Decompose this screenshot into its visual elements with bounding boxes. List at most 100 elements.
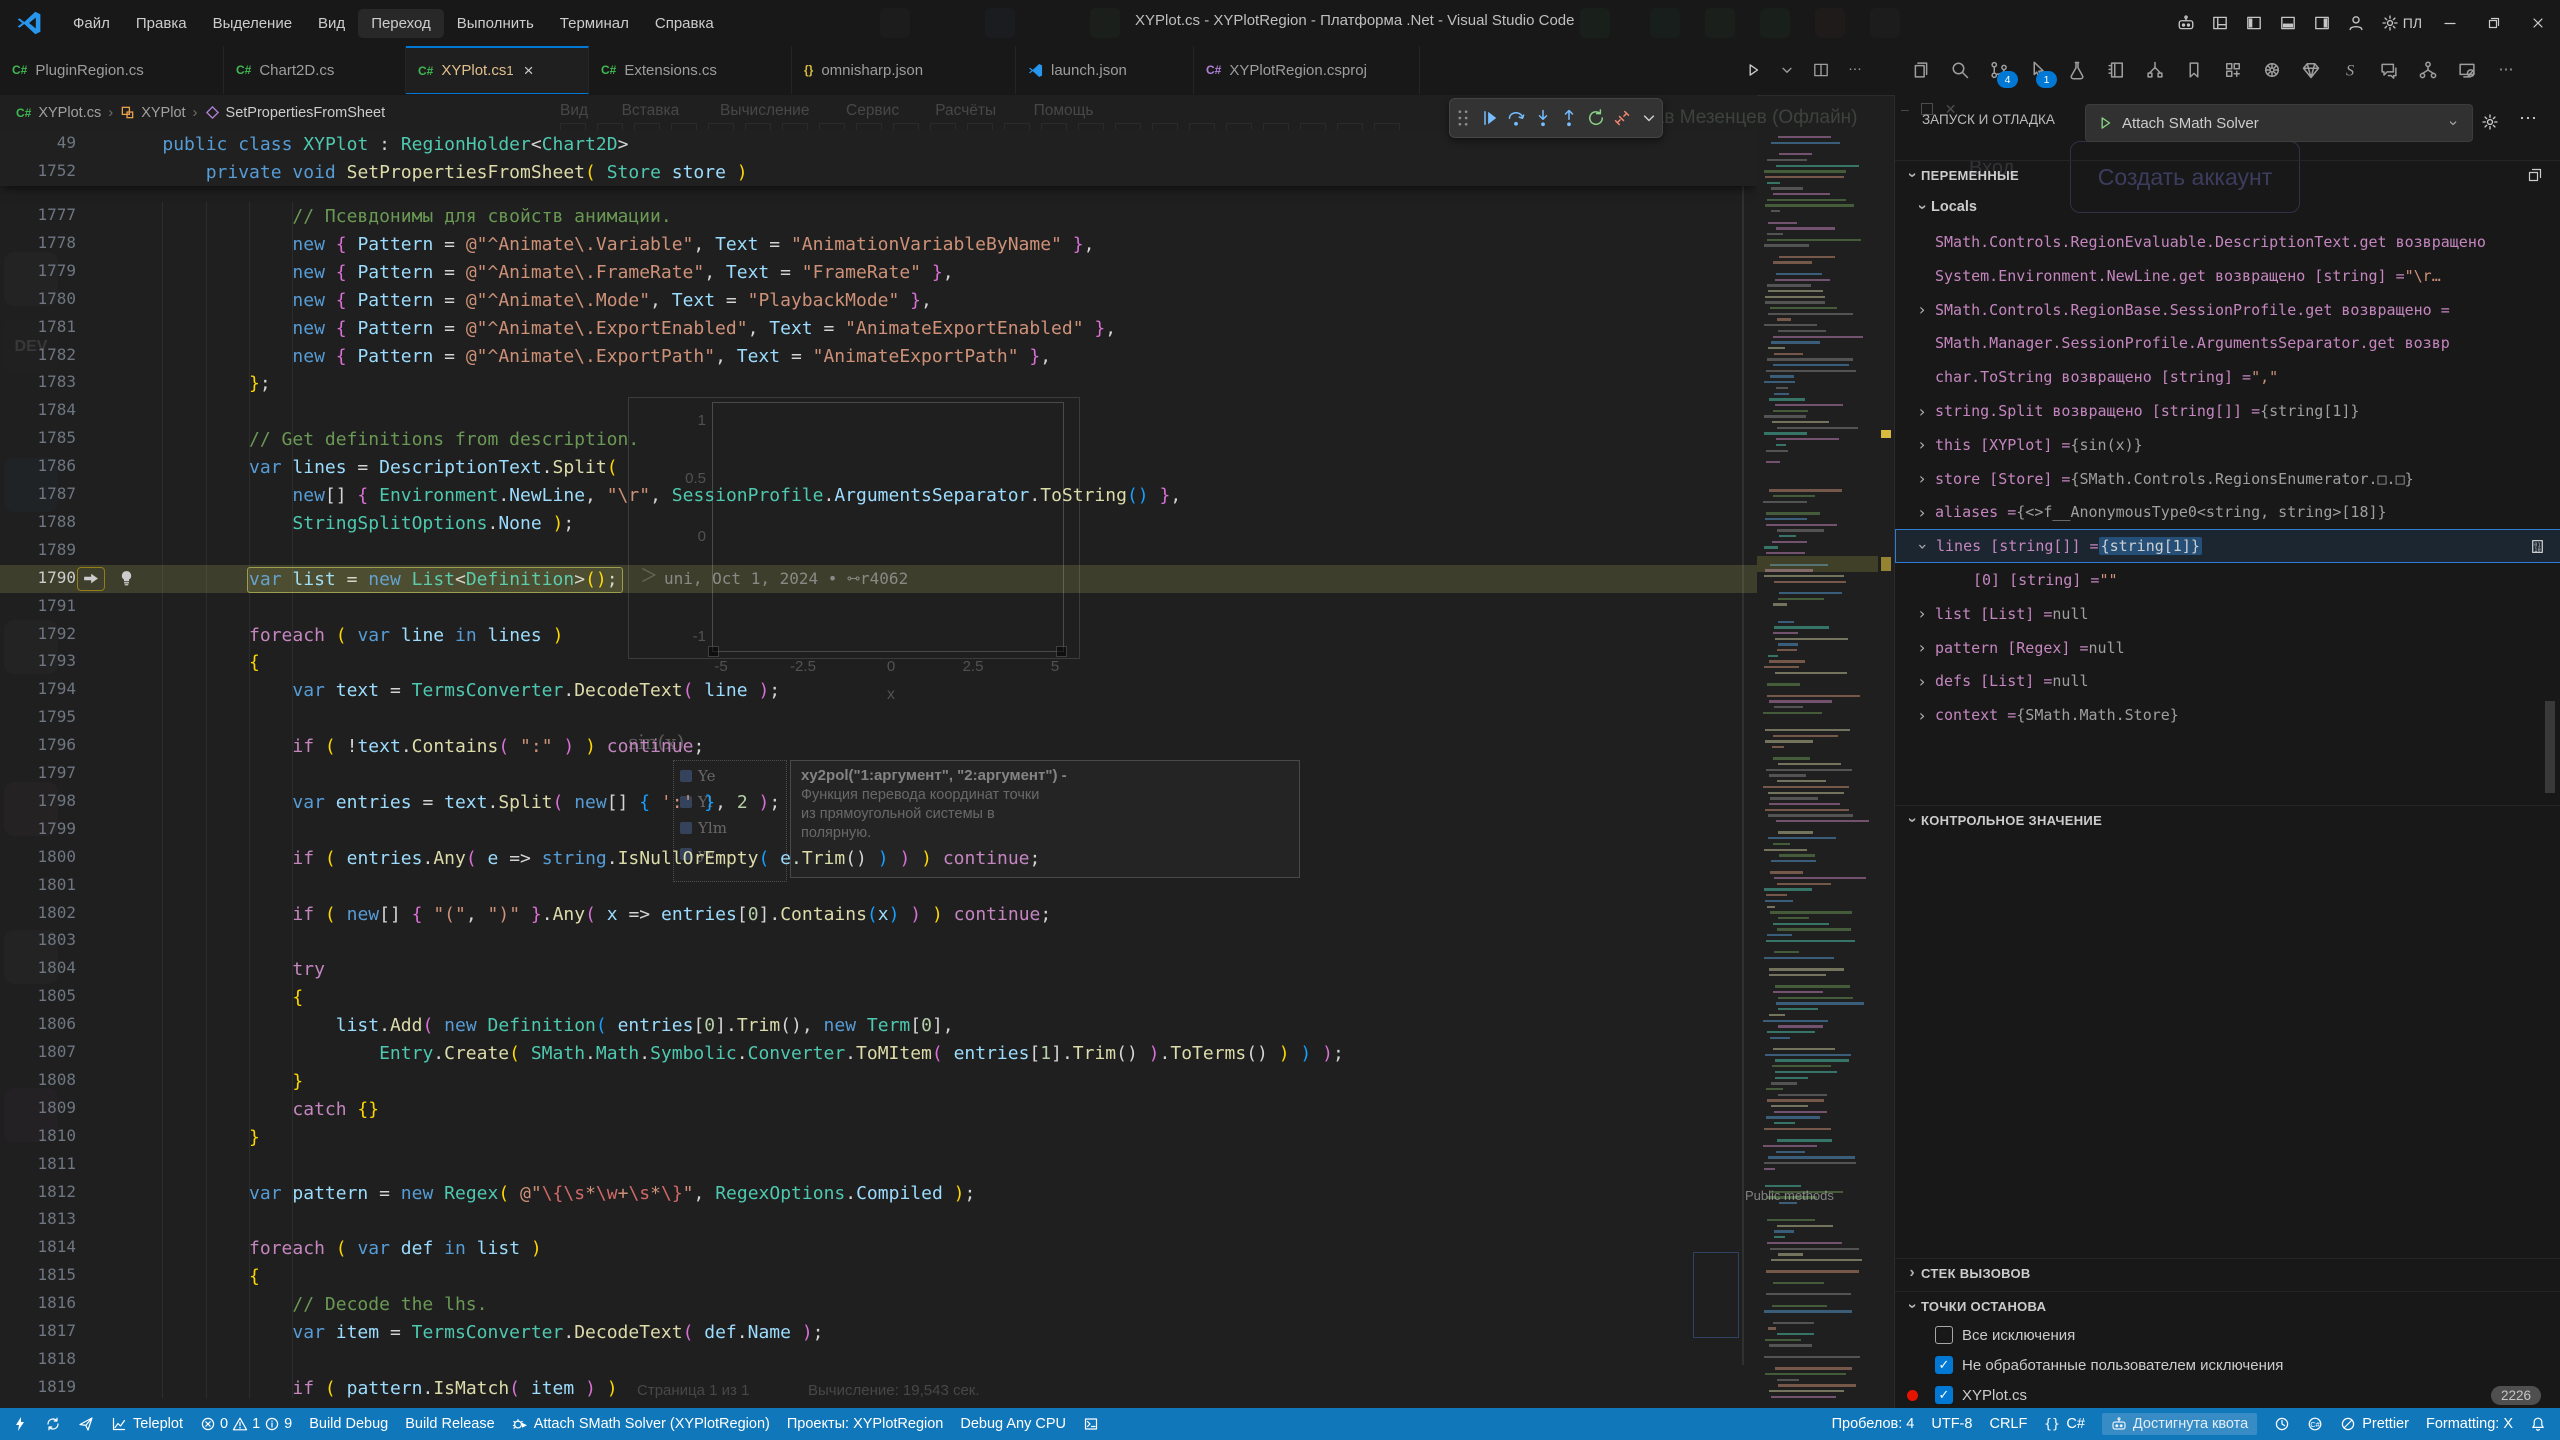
line-number[interactable]: 1779 <box>0 261 76 280</box>
status-достигнута-квота[interactable]: Достигнута квота <box>2102 1413 2257 1435</box>
line-number[interactable]: 1803 <box>0 930 76 949</box>
breadcrumb-class[interactable]: XYPlot <box>141 105 185 121</box>
variable-row[interactable]: ›string.Split возвращено [string[]] = {s… <box>1895 394 2560 428</box>
code-line[interactable]: 1788 StringSplitOptions.None ); <box>0 509 1757 537</box>
activity-chat[interactable] <box>2374 55 2404 85</box>
breakpoints-section-header[interactable]: ›ТОЧКИ ОСТАНОВА <box>1895 1291 2560 1320</box>
code-line[interactable]: 1802 if ( new[] { "(", ")" }.Any( x => e… <box>0 900 1757 928</box>
tab-Chart2D.cs[interactable]: C#Chart2D.cs <box>224 46 406 94</box>
menu-Выполнить[interactable]: Выполнить <box>444 9 547 38</box>
panel-scrollbar[interactable] <box>2545 701 2555 793</box>
code-line[interactable]: 1807 Entry.Create( SMath.Math.Symbolic.C… <box>0 1039 1757 1067</box>
chevron-icon[interactable]: › <box>1913 469 1931 488</box>
play-action-button[interactable] <box>1738 55 1768 85</box>
status-clock[interactable] <box>2274 1416 2290 1432</box>
overview-ruler[interactable] <box>1878 130 1894 1408</box>
variable-row[interactable]: ›store [Store] = {SMath.Controls.Regions… <box>1895 462 2560 496</box>
line-number[interactable]: 1794 <box>0 679 76 698</box>
chevron-icon[interactable]: › <box>1913 672 1931 691</box>
code-line[interactable]: 1815 { <box>0 1262 1757 1290</box>
code-line[interactable]: 1797 <box>0 760 1757 788</box>
status-sync[interactable] <box>45 1416 61 1432</box>
line-number[interactable]: 1777 <box>0 205 76 224</box>
code-line[interactable]: 1796 if ( !text.Contains( ":" ) ) contin… <box>0 732 1757 760</box>
code-line[interactable]: 1785 // Get definitions from description… <box>0 425 1757 453</box>
debug-step-over-button[interactable] <box>1506 108 1526 128</box>
code-line[interactable]: 1814 foreach ( var def in list ) <box>0 1234 1757 1262</box>
code-line[interactable]: 1778 new { Pattern = @"^Animate\.Variabl… <box>0 230 1757 258</box>
variable-row[interactable]: ›defs [List] = null <box>1895 664 2560 698</box>
status-send[interactable] <box>78 1416 94 1432</box>
line-number[interactable]: 1811 <box>0 1154 76 1173</box>
status-проекты-xyplotregion[interactable]: Проекты: XYPlotRegion <box>787 1416 944 1432</box>
line-number[interactable]: 1802 <box>0 903 76 922</box>
tab-PluginRegion.cs[interactable]: C#PluginRegion.cs <box>0 46 224 94</box>
code-line[interactable]: 1777 // Псевдонимы для свойств анимации. <box>0 202 1757 230</box>
copilot-button[interactable] <box>2169 8 2203 38</box>
line-number[interactable]: 1801 <box>0 875 76 894</box>
callstack-section-header[interactable]: ›СТЕК ВЫЗОВОВ <box>1895 1258 2560 1287</box>
activity-source-control[interactable]: 4 <box>1984 55 2014 85</box>
variable-row[interactable]: ›SMath.Controls.RegionBase.SessionProfil… <box>1895 293 2560 327</box>
line-number[interactable]: 1788 <box>0 512 76 531</box>
debug-step-out-button[interactable] <box>1559 108 1579 128</box>
variable-row[interactable]: System.Environment.NewLine.get возвращен… <box>1895 259 2560 293</box>
line-number[interactable]: 1780 <box>0 289 76 308</box>
debug-continue-button[interactable] <box>1480 108 1500 128</box>
line-number[interactable]: 1805 <box>0 986 76 1005</box>
line-number[interactable]: 1778 <box>0 233 76 252</box>
breakpoint-checkbox[interactable] <box>1935 1326 1953 1344</box>
minimize-window-button[interactable] <box>2428 8 2472 38</box>
line-number[interactable]: 1818 <box>0 1349 76 1368</box>
code-line[interactable]: 1780 new { Pattern = @"^Animate\.Mode", … <box>0 286 1757 314</box>
status-debug-any-cpu[interactable]: Debug Any CPU <box>960 1416 1066 1432</box>
layout-button[interactable] <box>2203 8 2237 38</box>
line-number[interactable]: 1816 <box>0 1293 76 1312</box>
line-number[interactable]: 1783 <box>0 372 76 391</box>
variables-section-header[interactable]: ›ПЕРЕМЕННЫЕ <box>1895 160 2560 189</box>
account-button[interactable] <box>2339 8 2373 38</box>
debug-step-into-button[interactable] <box>1533 108 1553 128</box>
more-action-button[interactable]: ⋯ <box>1840 55 1870 85</box>
line-number[interactable]: 1799 <box>0 819 76 838</box>
code-line[interactable]: 1790 var list = new List<Definition>();u… <box>0 565 1757 593</box>
copy-panes-icon[interactable] <box>2527 167 2543 183</box>
variable-row[interactable]: ›this [XYPlot] = {sin(x)} <box>1895 428 2560 462</box>
chevron-icon[interactable]: › <box>1914 537 1933 555</box>
chevron-icon[interactable]: › <box>1903 811 1921 829</box>
status-crlf[interactable]: CRLF <box>1989 1416 2027 1432</box>
code-line[interactable]: 1800 if ( entries.Any( e => string.IsNul… <box>0 844 1757 872</box>
line-number[interactable]: 1792 <box>0 624 76 643</box>
code-line[interactable]: 1812 var pattern = new Regex( @"\{\s*\w+… <box>0 1179 1757 1207</box>
debug-restart-button[interactable] <box>1586 108 1606 128</box>
code-line[interactable]: 1816 // Decode the lhs. <box>0 1290 1757 1318</box>
menu-Правка[interactable]: Правка <box>123 9 200 38</box>
variable-row[interactable]: [0] [string] = "" <box>1895 563 2560 597</box>
tab-Extensions.cs[interactable]: C#Extensions.cs <box>589 46 792 94</box>
status-utf-8[interactable]: UTF-8 <box>1931 1416 1972 1432</box>
code-line[interactable]: 1781 new { Pattern = @"^Animate\.ExportE… <box>0 314 1757 342</box>
line-number[interactable]: 1813 <box>0 1209 76 1228</box>
menu-Переход[interactable]: Переход <box>358 9 444 38</box>
activity-extensions[interactable] <box>2218 55 2248 85</box>
status-bell[interactable] <box>2530 1416 2546 1432</box>
status-zap[interactable] <box>12 1416 28 1432</box>
split-action-button[interactable] <box>1806 55 1836 85</box>
activity-wheel[interactable] <box>2257 55 2287 85</box>
line-number[interactable]: 1812 <box>0 1182 76 1201</box>
variable-row[interactable]: ›lines [string[]] = {string[1]}0110 <box>1895 529 2560 563</box>
breadcrumb-method[interactable]: SetPropertiesFromSheet <box>226 105 386 121</box>
line-number[interactable]: 1793 <box>0 651 76 670</box>
line-number[interactable]: 1785 <box>0 428 76 447</box>
variable-row[interactable]: ›aliases = {<>f__AnonymousType0<string, … <box>1895 495 2560 529</box>
code-line[interactable]: 1793 { <box>0 648 1757 676</box>
breadcrumb-file[interactable]: XYPlot.cs <box>38 105 101 121</box>
variable-row[interactable]: ›context = {SMath.Math.Store} <box>1895 698 2560 732</box>
line-number[interactable]: 1817 <box>0 1321 76 1340</box>
variable-row[interactable]: char.ToString возвращено [string] = "," <box>1895 360 2560 394</box>
code-line[interactable]: 1798 var entries = text.Split( new[] { '… <box>0 788 1757 816</box>
chevron-down-action-button[interactable] <box>1772 55 1802 85</box>
menu-Справка[interactable]: Справка <box>642 9 727 38</box>
chevron-icon[interactable]: › <box>1913 604 1931 623</box>
activity-todo-tree[interactable] <box>2140 55 2170 85</box>
